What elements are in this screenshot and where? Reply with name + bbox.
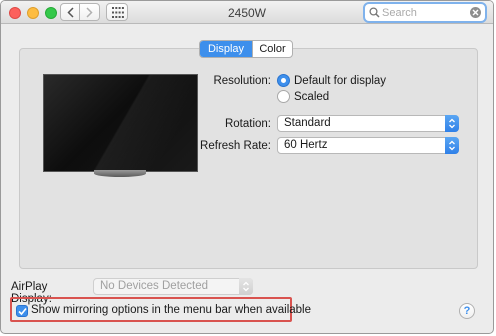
refresh-rate-label: Refresh Rate: — [200, 140, 271, 152]
preferences-window: 2450W Display Color Resolution: Default … — [0, 0, 494, 334]
airplay-display-value: No Devices Detected — [100, 280, 209, 292]
radio-label: Scaled — [294, 90, 330, 103]
refresh-rate-value: 60 Hertz — [284, 139, 328, 151]
mirroring-checkbox[interactable] — [16, 305, 28, 317]
radio-label: Default for display — [294, 74, 387, 87]
popup-arrows-icon — [239, 278, 253, 295]
search-input[interactable] — [382, 5, 470, 20]
chevron-left-icon — [67, 7, 74, 18]
clear-search-button[interactable] — [470, 7, 481, 18]
radio-button-selected[interactable] — [277, 74, 290, 87]
grid-icon — [112, 7, 124, 18]
back-button[interactable] — [60, 3, 80, 21]
minimize-window-button[interactable] — [27, 7, 39, 19]
radio-scaled[interactable]: Scaled — [277, 90, 329, 103]
tab-color[interactable]: Color — [252, 41, 292, 57]
radio-button-unselected[interactable] — [277, 90, 290, 103]
rotation-value: Standard — [284, 117, 331, 129]
rotation-label: Rotation: — [224, 118, 271, 130]
zoom-window-button[interactable] — [45, 7, 57, 19]
chevron-right-icon — [86, 7, 93, 18]
popup-arrows-icon — [445, 115, 459, 132]
help-button[interactable]: ? — [459, 303, 475, 319]
rotation-popup[interactable]: Standard — [277, 115, 459, 132]
title-bar: 2450W — [1, 1, 493, 24]
display-image — [43, 74, 198, 172]
checkmark-icon — [18, 307, 27, 316]
popup-arrows-icon — [445, 137, 459, 154]
radio-default-for-display[interactable]: Default for display — [277, 74, 386, 87]
forward-button[interactable] — [80, 3, 100, 21]
show-all-button[interactable] — [106, 3, 128, 21]
search-field[interactable] — [363, 2, 487, 23]
refresh-rate-popup[interactable]: 60 Hertz — [277, 137, 459, 154]
display-stand-image — [94, 170, 146, 177]
close-window-button[interactable] — [9, 7, 21, 19]
tab-bar: Display Color — [199, 40, 293, 58]
search-icon — [369, 7, 380, 18]
airplay-display-popup[interactable]: No Devices Detected — [93, 278, 253, 295]
close-icon — [472, 9, 479, 16]
mirroring-checkbox-label[interactable]: Show mirroring options in the menu bar w… — [31, 304, 311, 316]
tab-display[interactable]: Display — [200, 41, 252, 57]
resolution-label: Resolution: — [213, 75, 271, 87]
